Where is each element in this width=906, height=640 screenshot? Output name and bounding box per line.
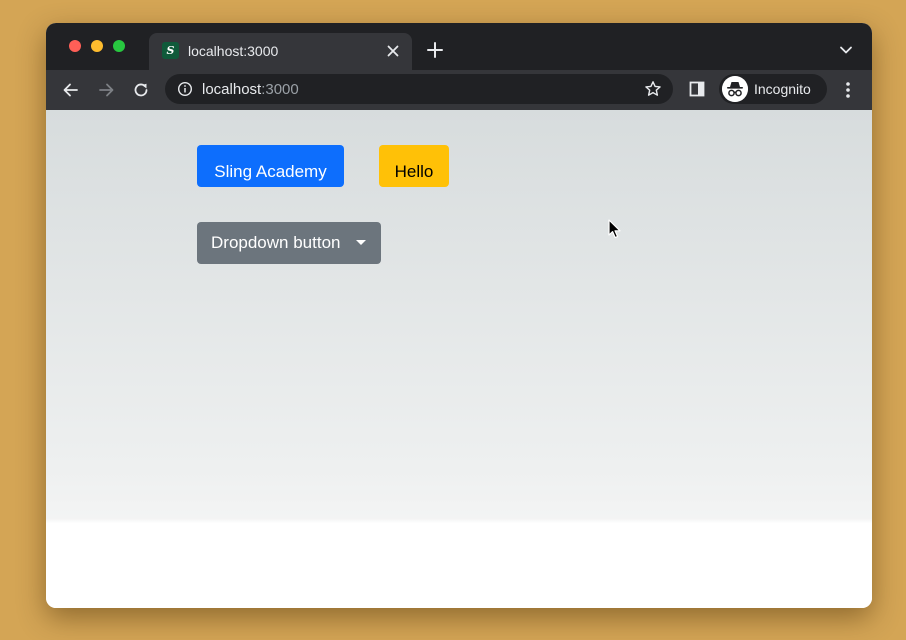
dropdown-button-label: Dropdown button	[211, 233, 341, 252]
caret-down-icon	[356, 240, 366, 245]
url-text[interactable]: localhost:3000	[202, 81, 299, 98]
arrow-left-icon[interactable]	[61, 80, 81, 100]
incognito-profile-button[interactable]: Incognito	[719, 74, 827, 104]
window-zoom-icon[interactable]	[113, 40, 125, 52]
address-bar[interactable]: localhost:3000	[165, 74, 673, 104]
reload-icon[interactable]	[131, 80, 151, 100]
plus-icon[interactable]	[426, 41, 444, 59]
tab-strip: S localhost:3000	[46, 23, 872, 70]
url-port: :3000	[261, 81, 299, 98]
tab-title: localhost:3000	[188, 43, 279, 59]
mouse-cursor-icon	[608, 219, 621, 239]
close-icon[interactable]	[385, 43, 401, 59]
window-close-icon[interactable]	[69, 40, 81, 52]
favicon-icon: S	[162, 42, 179, 59]
info-icon[interactable]	[177, 81, 193, 97]
sling-academy-button[interactable]: Sling Academy	[197, 145, 344, 187]
toolbar: localhost:3000 Incognito	[46, 70, 872, 110]
star-icon[interactable]	[644, 80, 662, 98]
page-content: Sling Academy Hello Dropdown button	[46, 110, 872, 608]
window-minimize-icon[interactable]	[91, 40, 103, 52]
incognito-icon	[722, 76, 748, 102]
browser-tab[interactable]: S localhost:3000	[149, 33, 412, 70]
kebab-menu-icon[interactable]	[841, 80, 855, 100]
arrow-right-icon[interactable]	[96, 80, 116, 100]
hello-button[interactable]: Hello	[379, 145, 449, 187]
chevron-down-icon[interactable]	[839, 43, 853, 57]
side-panel-icon[interactable]	[689, 81, 705, 97]
dropdown-button[interactable]: Dropdown button	[197, 222, 381, 264]
url-host: localhost	[202, 81, 262, 98]
browser-window: S localhost:3000 localhost:3000 Incognit…	[46, 23, 872, 608]
incognito-label: Incognito	[754, 81, 811, 97]
